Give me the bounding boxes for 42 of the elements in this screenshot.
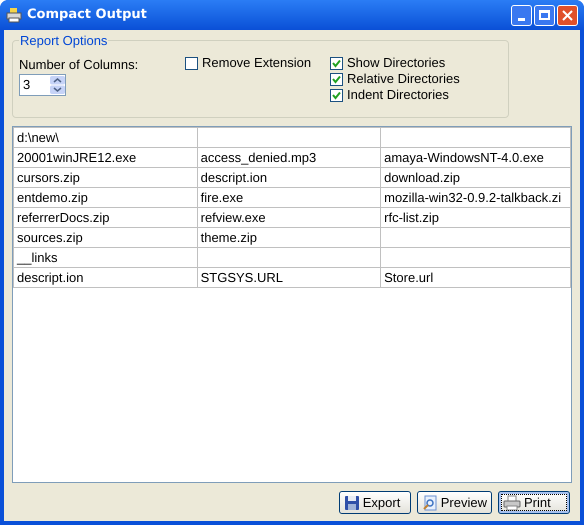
- checkbox-label: Show Directories: [347, 54, 446, 72]
- close-button[interactable]: [557, 4, 578, 26]
- table-cell: STGSYS.URL: [200, 270, 283, 284]
- checkbox[interactable]: [330, 88, 343, 102]
- columns-label: Number of Columns:: [19, 57, 140, 72]
- table-cell: __links: [17, 250, 58, 264]
- table-cell: access_denied.mp3: [200, 150, 316, 164]
- checkbox-label: Relative Directories: [347, 70, 460, 88]
- printer-icon: [503, 494, 521, 510]
- checkbox[interactable]: [185, 56, 198, 70]
- button[interactable]: Preview: [416, 491, 492, 514]
- table-cell: referrerDocs.zip: [17, 210, 110, 224]
- table-cell: amaya-WindowsNT-4.0.exe: [384, 150, 544, 164]
- checkbox[interactable]: [330, 72, 343, 86]
- table-cell: rfc-list.zip: [384, 210, 440, 224]
- table-cell: Store.url: [384, 270, 434, 284]
- group-title: Report Options: [19, 33, 108, 48]
- button[interactable]: Print: [498, 491, 570, 514]
- table-cell: refview.exe: [200, 210, 266, 224]
- checkbox[interactable]: [330, 56, 343, 70]
- close-icon: [562, 10, 573, 20]
- table-cell: descript.ion: [200, 170, 268, 184]
- printer-icon: [6, 7, 22, 23]
- columns-spinner[interactable]: 3: [19, 74, 66, 96]
- table-cell: download.zip: [384, 170, 460, 184]
- button[interactable]: Export: [338, 491, 411, 514]
- table-cell: cursors.zip: [17, 170, 80, 184]
- checkbox-label: Remove Extension: [202, 54, 312, 72]
- table-cell: d:\new\: [17, 130, 59, 144]
- maximize-button[interactable]: [534, 4, 555, 26]
- table-cell: descript.ion: [17, 270, 84, 284]
- spin-arrows-icon[interactable]: [50, 76, 65, 94]
- table-cell: sources.zip: [17, 230, 83, 244]
- table-cell: fire.exe: [200, 190, 244, 204]
- magnifier-page-icon: [422, 494, 438, 510]
- table-cell: theme.zip: [200, 230, 257, 244]
- table-cell: entdemo.zip: [17, 190, 88, 204]
- table-cell: 20001winJRE12.exe: [17, 150, 136, 164]
- checkbox-label: Indent Directories: [347, 86, 449, 104]
- minimize-button[interactable]: [511, 4, 532, 26]
- window-title: Compact Output: [27, 6, 147, 24]
- table-cell: mozilla-win32-0.9.2-talkback.zi: [384, 190, 562, 204]
